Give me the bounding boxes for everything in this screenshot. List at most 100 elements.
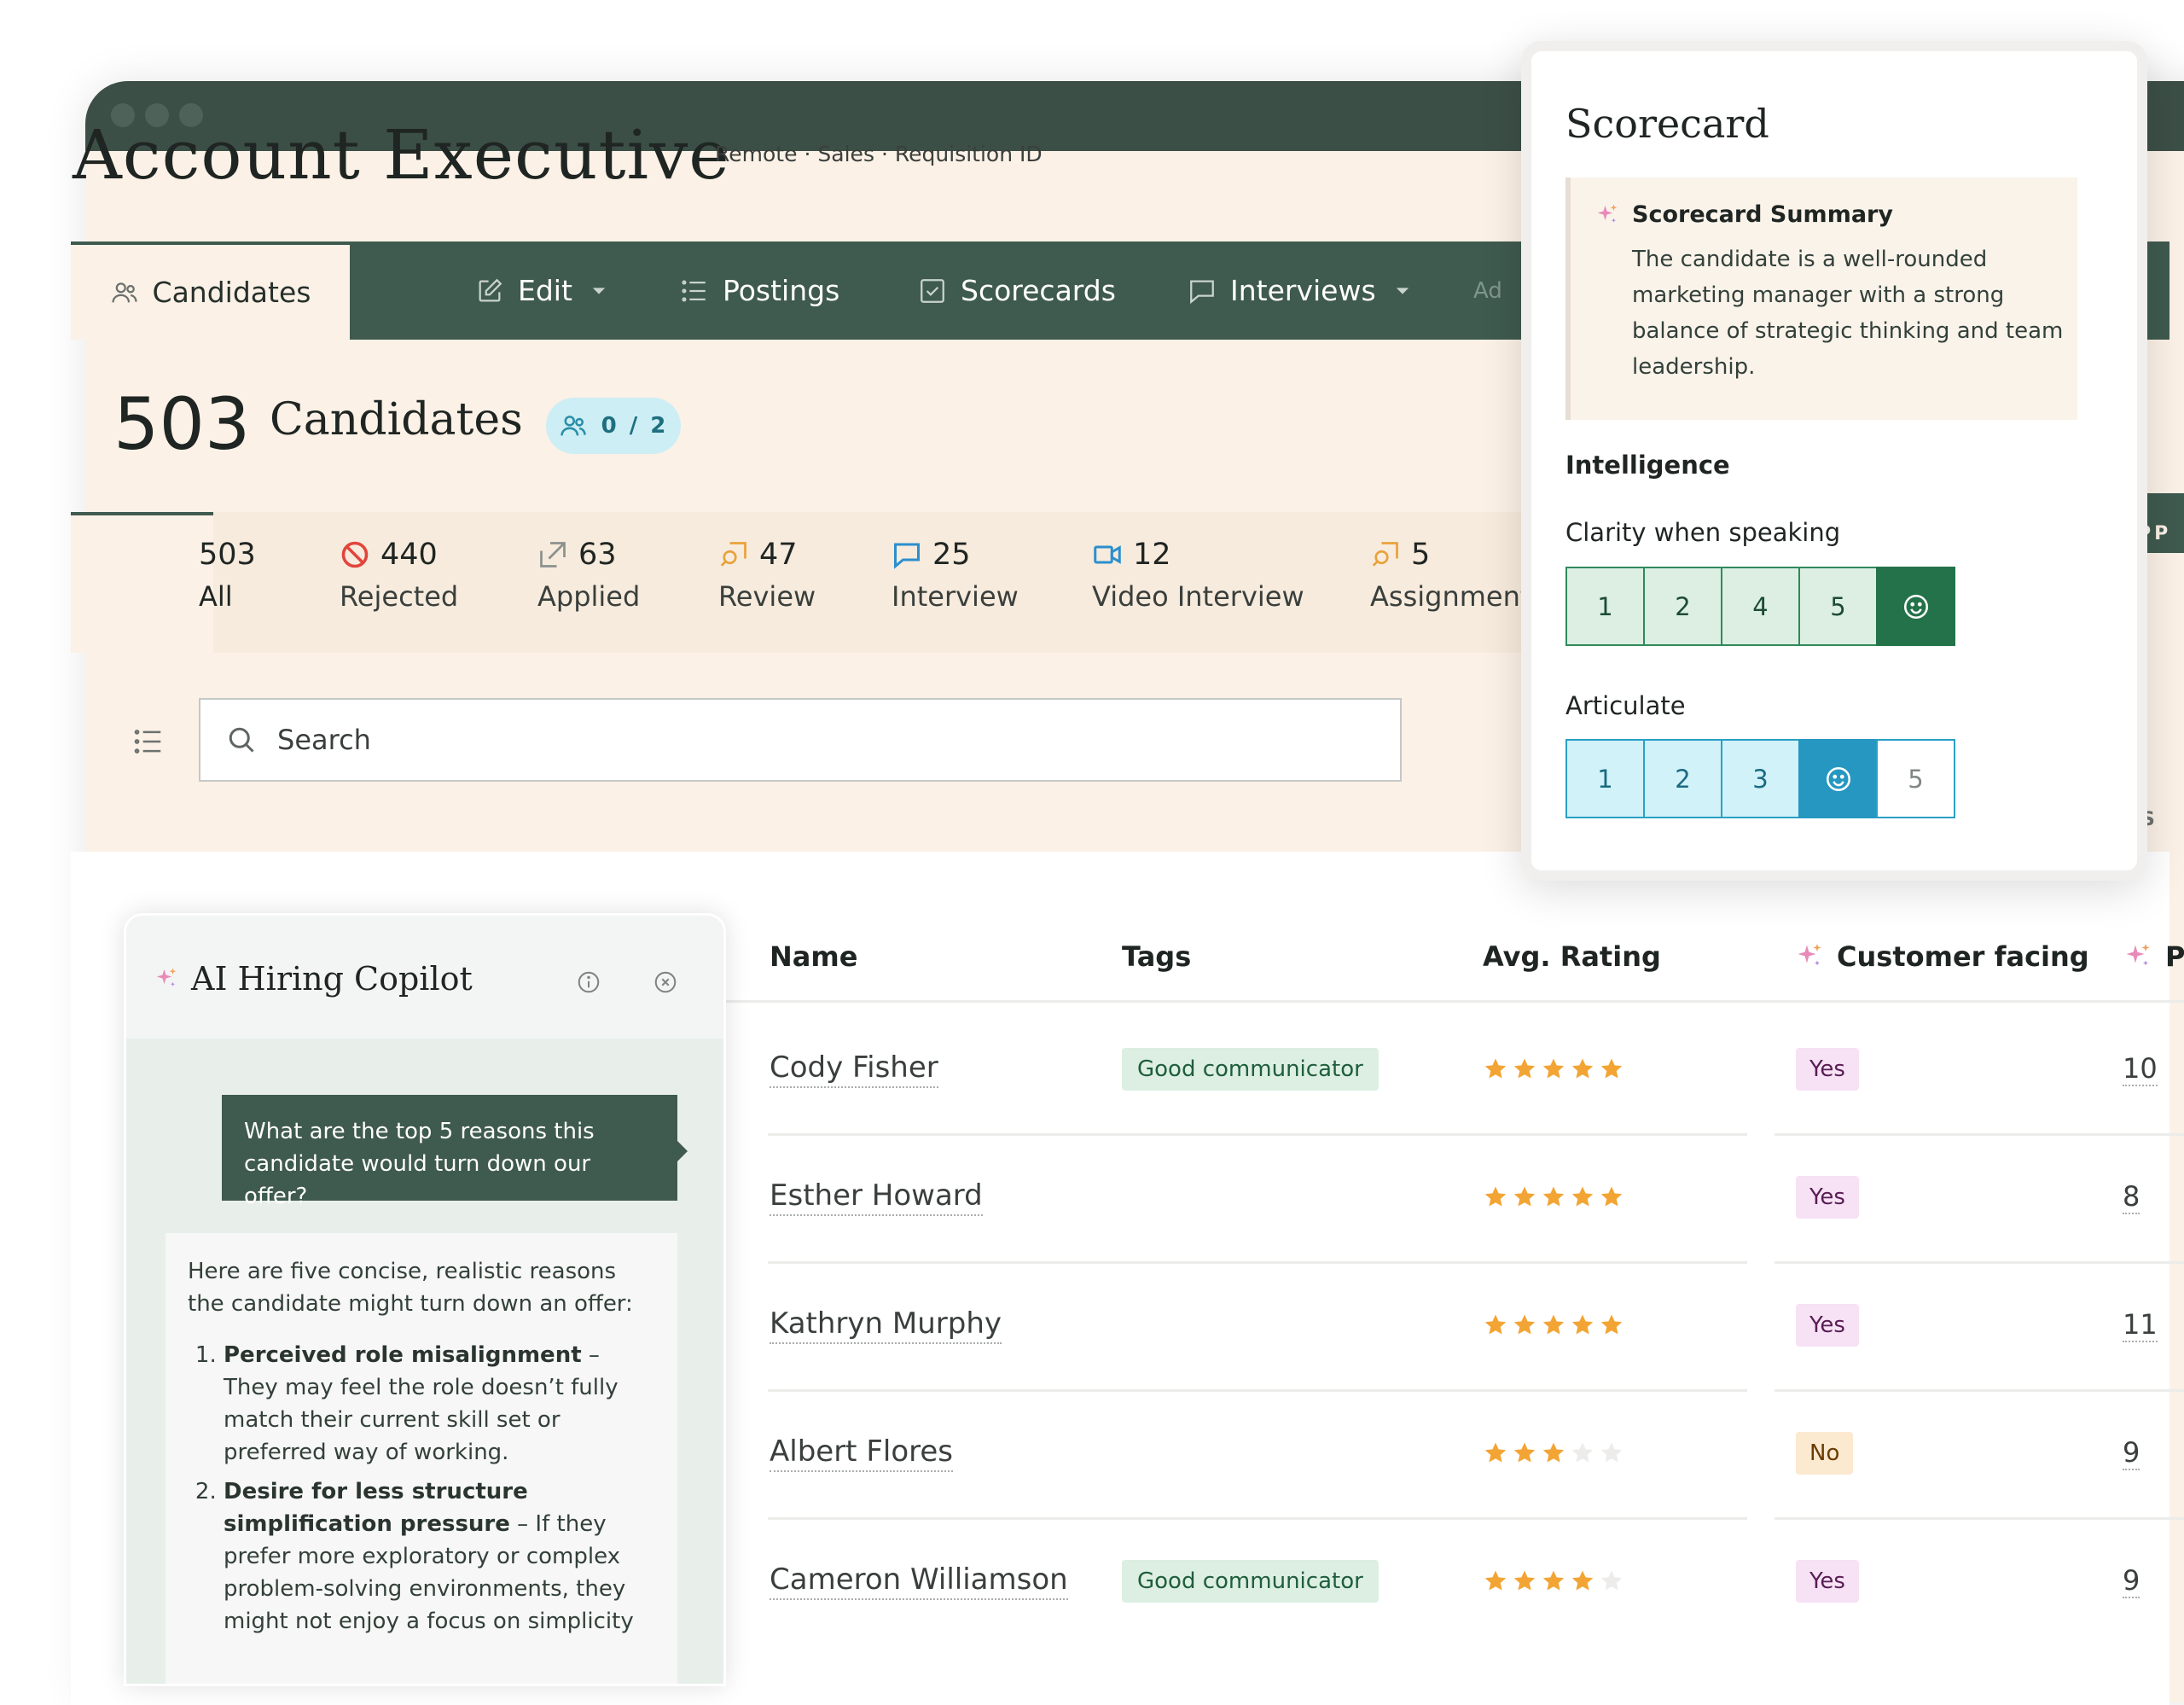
scorecard-summary: Scorecard Summary The candidate is a wel… bbox=[1565, 177, 2077, 420]
rating-option-selected[interactable] bbox=[1798, 739, 1878, 818]
star-filled-icon bbox=[1513, 1058, 1536, 1079]
column-tags[interactable]: Tags bbox=[1122, 940, 1191, 973]
stage-label: Applied bbox=[537, 580, 641, 613]
page-title: Account Executive bbox=[73, 115, 730, 195]
tab-ad[interactable]: Ad bbox=[1473, 241, 1502, 340]
rating-option[interactable]: 3 bbox=[1721, 739, 1800, 818]
rating-option[interactable]: 1 bbox=[1565, 739, 1645, 818]
ban-icon bbox=[341, 541, 369, 568]
tab-edit[interactable]: Edit bbox=[475, 241, 607, 340]
users-icon bbox=[560, 416, 586, 436]
candidate-name[interactable]: Albert Flores bbox=[770, 1434, 953, 1472]
team-badge-count: 0 / 2 bbox=[601, 413, 669, 439]
star-filled-icon bbox=[1513, 1314, 1536, 1335]
tab-candidates[interactable]: Candidates bbox=[71, 241, 350, 340]
stage-video-interview[interactable]: 12 Video Interview bbox=[1092, 538, 1304, 613]
candidate-name[interactable]: Cody Fisher bbox=[770, 1050, 938, 1088]
stage-review[interactable]: 47 Review bbox=[718, 538, 816, 613]
rating-option[interactable]: 1 bbox=[1565, 567, 1645, 646]
tab-label: Scorecards bbox=[961, 274, 1116, 307]
candidate-tag[interactable]: Good communicator bbox=[1122, 1048, 1379, 1091]
candidate-name[interactable]: Esther Howard bbox=[770, 1178, 983, 1216]
star-filled-icon bbox=[1484, 1186, 1507, 1207]
meta-requisition[interactable]: Requisition ID bbox=[895, 142, 1043, 166]
stage-rejected[interactable]: 440 Rejected bbox=[340, 538, 458, 613]
stage-assignment[interactable]: 5 Assignment bbox=[1370, 538, 1531, 613]
rating-stars bbox=[1483, 1184, 1624, 1210]
summary-title: Scorecard Summary bbox=[1632, 201, 1893, 228]
rating-value: 1 bbox=[1597, 764, 1613, 794]
rating-stars bbox=[1483, 1056, 1624, 1082]
reason-title: Perceived role misalignment bbox=[224, 1342, 582, 1368]
reasons-list: Perceived role misalignment – They may f… bbox=[188, 1339, 655, 1638]
tab-label: Candidates bbox=[152, 276, 311, 309]
customer-facing-badge: Yes bbox=[1796, 1560, 1859, 1603]
sparkle-icon bbox=[1597, 204, 1618, 223]
stage-interview[interactable]: 25 Interview bbox=[892, 538, 1019, 613]
rating-option[interactable]: 4 bbox=[1721, 567, 1800, 646]
customer-facing-badge: Yes bbox=[1796, 1176, 1859, 1219]
stage-label: Interview bbox=[892, 580, 1019, 613]
rating-option-selected[interactable] bbox=[1876, 567, 1955, 646]
column-label: Customer facing bbox=[1837, 940, 2089, 973]
star-filled-icon bbox=[1513, 1442, 1536, 1463]
rating-option[interactable]: 5 bbox=[1876, 739, 1955, 818]
column-label: P bbox=[2165, 940, 2184, 973]
smiley-icon bbox=[1903, 594, 1928, 619]
team-badge[interactable]: 0 / 2 bbox=[546, 398, 681, 454]
rating-stars bbox=[1483, 1312, 1624, 1338]
search-bar[interactable] bbox=[199, 698, 1402, 782]
column-label: Name bbox=[770, 940, 858, 973]
stage-applied[interactable]: 63 Applied bbox=[537, 538, 640, 613]
rating-value: 5 bbox=[1908, 764, 1924, 794]
column-customer-facing[interactable]: Customer facing bbox=[1794, 940, 2089, 973]
tab-scorecards[interactable]: Scorecards bbox=[918, 241, 1116, 340]
tab-interviews[interactable]: Interviews bbox=[1188, 241, 1410, 340]
rating-articulate: 1 2 3 5 bbox=[1565, 739, 1955, 818]
column-name[interactable]: Name bbox=[770, 940, 857, 973]
candidate-name[interactable]: Cameron Williamson bbox=[770, 1562, 1068, 1600]
candidate-tag[interactable]: Good communicator bbox=[1122, 1560, 1379, 1603]
rating-value: 4 bbox=[1752, 591, 1769, 621]
stage-count: 503 bbox=[199, 538, 256, 572]
tab-postings[interactable]: Postings bbox=[680, 241, 839, 340]
close-icon[interactable] bbox=[653, 969, 678, 995]
reason-title: Desire for less structure simplification… bbox=[224, 1479, 528, 1537]
candidate-name[interactable]: Kathryn Murphy bbox=[770, 1306, 1002, 1344]
filter-list-icon[interactable] bbox=[132, 725, 165, 758]
rating-value: 2 bbox=[1675, 764, 1691, 794]
smiley-icon bbox=[1826, 766, 1850, 791]
rating-option[interactable]: 2 bbox=[1643, 567, 1722, 646]
customer-facing-badge: Yes bbox=[1796, 1048, 1859, 1091]
stage-count: 440 bbox=[380, 538, 438, 572]
job-meta: Remote · Sales · Requisition ID bbox=[715, 142, 1043, 166]
star-filled-icon bbox=[1484, 1570, 1507, 1591]
star-filled-icon bbox=[1571, 1186, 1594, 1207]
search-input[interactable] bbox=[276, 723, 1303, 757]
column-label: Tags bbox=[1122, 940, 1192, 973]
video-icon bbox=[1094, 545, 1121, 564]
rating-option[interactable]: 2 bbox=[1643, 739, 1722, 818]
star-filled-icon bbox=[1542, 1314, 1565, 1335]
copilot-title-text: AI Hiring Copilot bbox=[191, 960, 473, 998]
info-icon[interactable] bbox=[576, 969, 601, 995]
stage-all-tab[interactable] bbox=[71, 512, 213, 653]
customer-facing-badge: Yes bbox=[1796, 1304, 1859, 1347]
column-avg-rating[interactable]: Avg. Rating bbox=[1483, 940, 1661, 973]
row-divider bbox=[768, 1517, 1747, 1520]
rating-value: 5 bbox=[1830, 591, 1846, 621]
star-filled-icon bbox=[1484, 1314, 1507, 1335]
star-filled-icon bbox=[1513, 1186, 1536, 1207]
column-p[interactable]: P bbox=[2123, 940, 2184, 973]
star-empty-icon bbox=[1600, 1570, 1623, 1591]
reason-item: Perceived role misalignment – They may f… bbox=[224, 1339, 655, 1469]
stage-label: Review bbox=[718, 580, 816, 613]
star-filled-icon bbox=[1484, 1442, 1507, 1463]
rating-option[interactable]: 5 bbox=[1798, 567, 1878, 646]
stage-all[interactable]: 503 All bbox=[199, 538, 256, 613]
p-value: 9 bbox=[2123, 1564, 2140, 1598]
stage-label: All bbox=[199, 580, 233, 613]
stage-count: 47 bbox=[759, 538, 798, 572]
ai-copilot-panel: AI Hiring Copilot What are the top 5 rea… bbox=[124, 913, 726, 1686]
tab-label: Edit bbox=[518, 274, 572, 307]
